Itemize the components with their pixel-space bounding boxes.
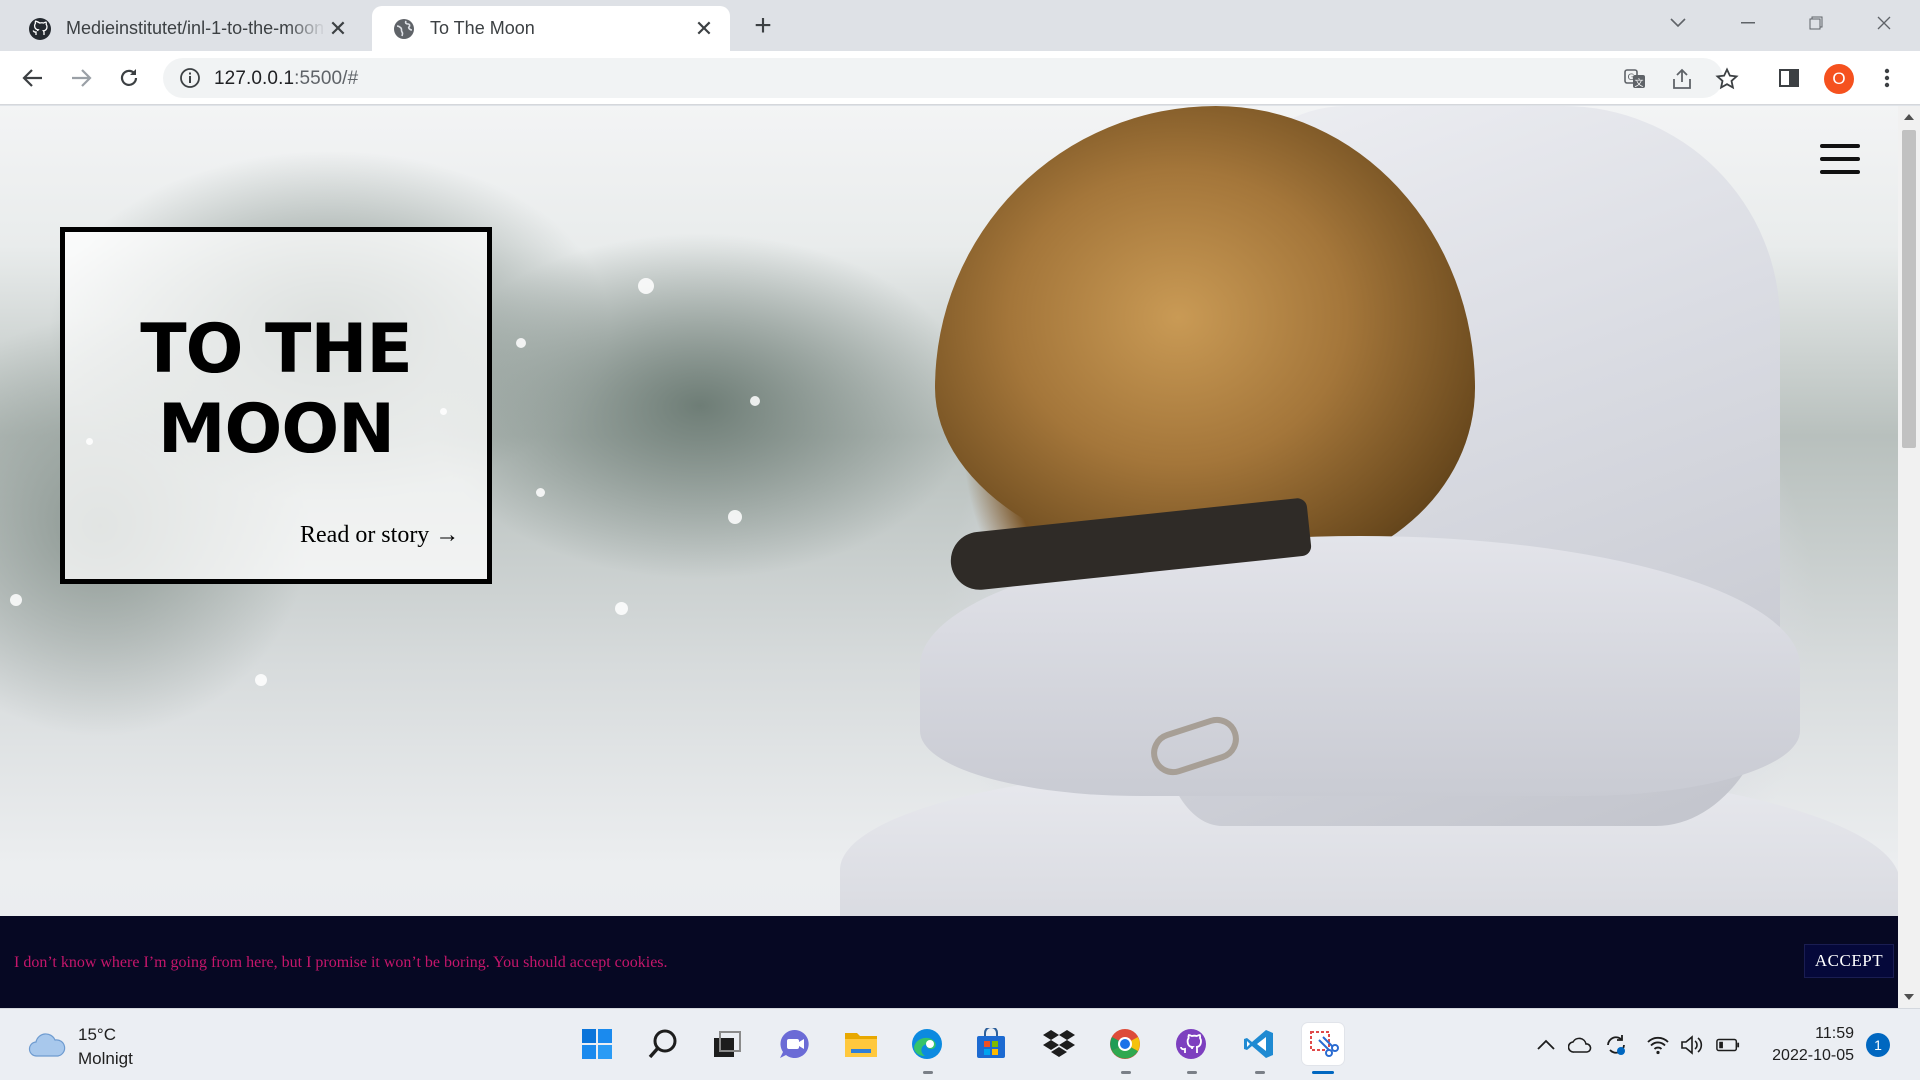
chevron-up-icon[interactable]	[1534, 1033, 1558, 1057]
chrome-icon[interactable]	[1104, 1023, 1146, 1065]
volume-icon[interactable]	[1680, 1033, 1704, 1057]
wifi-icon[interactable]	[1646, 1033, 1670, 1057]
address-bar[interactable]: 127.0.0.1:5500/# 文G	[163, 58, 1739, 98]
active-app-indicator	[1312, 1071, 1334, 1074]
browser-tab-strip: Medieinstitutet/inl-1-to-the-moon ✕ To T…	[0, 0, 1920, 51]
translate-icon[interactable]: 文G	[1622, 66, 1648, 92]
windows-taskbar: 15°C Molnigt 11:59 2022-10-05 1	[0, 1008, 1920, 1080]
running-indicator	[1187, 1071, 1197, 1074]
weather-temp: 15°C	[78, 1025, 116, 1044]
cookie-message: I don’t know where I’m going from here, …	[14, 954, 668, 971]
weather-condition: Molnigt	[78, 1049, 133, 1068]
globe-icon	[392, 17, 416, 41]
edge-icon[interactable]	[906, 1023, 948, 1065]
forward-icon[interactable]	[64, 61, 98, 95]
page-scrollbar[interactable]	[1898, 106, 1920, 1008]
windows-start-icon[interactable]	[576, 1023, 618, 1065]
teams-chat-icon[interactable]	[774, 1023, 816, 1065]
svg-text:G: G	[1628, 73, 1635, 83]
close-tab-icon[interactable]: ✕	[692, 16, 716, 41]
close-window-icon[interactable]	[1864, 8, 1904, 38]
site-info-icon[interactable]	[179, 67, 201, 89]
close-tab-icon[interactable]: ✕	[326, 16, 350, 41]
reload-icon[interactable]	[112, 61, 146, 95]
file-explorer-icon[interactable]	[840, 1023, 882, 1065]
accept-cookies-button[interactable]: ACCEPT	[1804, 944, 1894, 978]
svg-text:文: 文	[1634, 77, 1643, 89]
tab-title: To The Moon	[430, 18, 535, 38]
profile-avatar[interactable]: O	[1824, 64, 1854, 94]
page-title: TO THE MOON	[140, 310, 413, 469]
minimize-icon[interactable]	[1728, 8, 1768, 38]
dropbox-icon[interactable]	[1038, 1023, 1080, 1065]
github-desktop-icon[interactable]	[1170, 1023, 1212, 1065]
onedrive-cloud-icon[interactable]	[1568, 1033, 1592, 1057]
cookie-banner: I don’t know where I’m going from here, …	[0, 916, 1898, 1008]
back-icon[interactable]	[16, 61, 50, 95]
scroll-down-icon[interactable]	[1904, 994, 1914, 1000]
running-indicator	[1255, 1071, 1265, 1074]
side-panel-icon[interactable]	[1772, 61, 1806, 95]
sync-icon[interactable]	[1604, 1033, 1628, 1057]
url-text: 127.0.0.1:5500/#	[214, 68, 359, 89]
more-menu-icon[interactable]	[1870, 61, 1904, 95]
restore-icon[interactable]	[1796, 8, 1836, 38]
notification-badge[interactable]: 1	[1866, 1033, 1890, 1057]
read-story-link[interactable]: Read or story →	[300, 522, 459, 549]
vs-code-icon[interactable]	[1238, 1023, 1280, 1065]
tab-search-icon[interactable]	[1658, 8, 1698, 38]
tab-github[interactable]: Medieinstitutet/inl-1-to-the-moon ✕	[8, 6, 364, 51]
microsoft-store-icon[interactable]	[970, 1023, 1012, 1065]
task-view-icon[interactable]	[706, 1023, 748, 1065]
bookmark-star-icon[interactable]	[1714, 66, 1740, 92]
new-tab-button[interactable]: +	[748, 11, 778, 42]
search-icon[interactable]	[642, 1023, 684, 1065]
tab-to-the-moon[interactable]: To The Moon ✕	[372, 6, 730, 51]
scrollbar-thumb[interactable]	[1902, 130, 1916, 448]
tab-title: Medieinstitutet/inl-1-to-the-moon	[66, 18, 325, 38]
browser-toolbar: 127.0.0.1:5500/# 文G O	[0, 51, 1920, 105]
cloud-icon	[28, 1032, 66, 1063]
scroll-up-icon[interactable]	[1904, 114, 1914, 120]
snipping-tool-icon[interactable]	[1302, 1023, 1344, 1065]
weather-widget[interactable]: 15°C Molnigt	[28, 1023, 133, 1071]
github-icon	[28, 17, 52, 41]
page-viewport: TO THE MOON Read or story → I don’t know…	[0, 106, 1898, 1008]
hero-title-box: TO THE MOON Read or story →	[60, 227, 492, 584]
clock-time: 11:59	[1815, 1025, 1854, 1042]
system-clock[interactable]: 11:59 2022-10-05	[1762, 1023, 1854, 1067]
hero-astronaut-image: TO THE MOON Read or story →	[0, 106, 1898, 1008]
clock-date: 2022-10-05	[1772, 1047, 1854, 1064]
running-indicator	[923, 1071, 933, 1074]
battery-icon[interactable]	[1716, 1033, 1740, 1057]
running-indicator	[1121, 1071, 1131, 1074]
share-icon[interactable]	[1669, 66, 1695, 92]
hamburger-menu-icon[interactable]	[1820, 144, 1860, 174]
